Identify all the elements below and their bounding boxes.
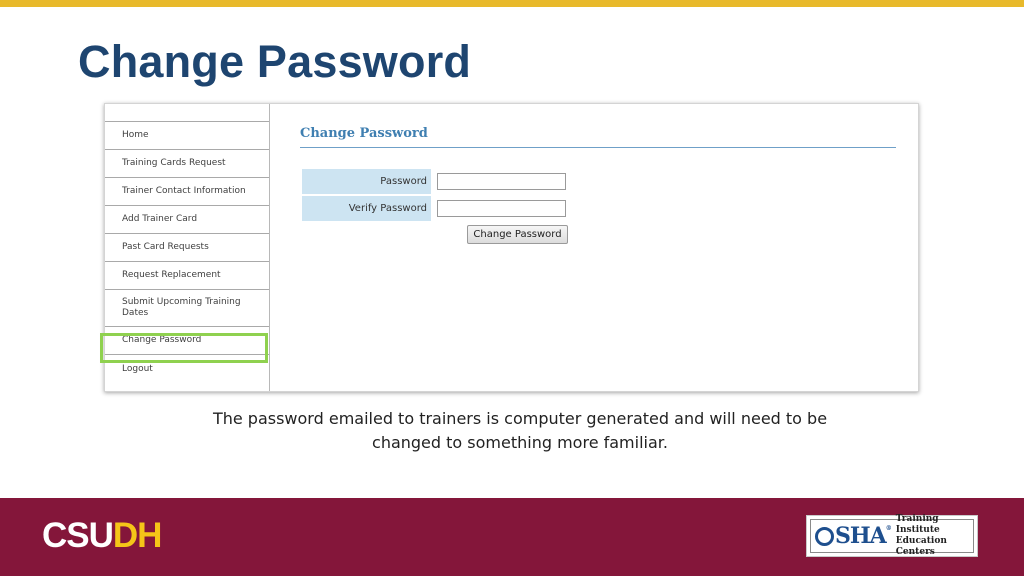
osha-letters: SHA [835, 523, 887, 549]
csudh-logo: CSUDH [42, 516, 163, 556]
password-label: Password [302, 169, 431, 194]
sidebar-item-submit-upcoming-training-dates[interactable]: Submit Upcoming Training Dates [105, 290, 269, 327]
top-accent-bar [0, 0, 1024, 7]
osha-logo: SHA ® Training Institute Education Center… [806, 514, 978, 557]
heading-divider [300, 147, 896, 148]
sidebar-item-logout[interactable]: Logout [105, 355, 269, 383]
change-password-button[interactable]: Change Password [467, 225, 568, 244]
osha-wordmark: SHA ® [815, 523, 892, 549]
osha-registered-mark: ® [885, 525, 892, 532]
sidebar-item-home[interactable]: Home [105, 122, 269, 150]
verify-password-input[interactable] [437, 200, 566, 217]
sidebar-item-change-password[interactable]: Change Password [105, 327, 269, 355]
verify-password-row: Verify Password [302, 196, 566, 221]
sidebar-header [105, 104, 269, 122]
sidebar-item-request-replacement[interactable]: Request Replacement [105, 262, 269, 290]
verify-password-label: Verify Password [302, 196, 431, 221]
logo-csu: CSU [42, 516, 114, 555]
sidebar-nav: Home Training Cards Request Trainer Cont… [100, 104, 270, 391]
osha-subtitle: Training Institute Education Centers [896, 514, 973, 558]
slide-caption: The password emailed to trainers is comp… [212, 409, 828, 452]
password-row: Password [302, 169, 566, 194]
osha-logo-frame: SHA ® Training Institute Education Center… [810, 514, 974, 557]
screenshot-panel: Home Training Cards Request Trainer Cont… [100, 103, 919, 392]
sidebar-item-past-card-requests[interactable]: Past Card Requests [105, 234, 269, 262]
slide-title: Change Password [78, 36, 472, 87]
change-password-form: Change Password Password Verify Password… [300, 104, 898, 244]
form-heading: Change Password [300, 126, 428, 141]
password-input[interactable] [437, 173, 566, 190]
osha-o-ring-icon [815, 526, 834, 546]
logo-dh: DH [112, 516, 163, 555]
sidebar-item-trainer-contact-information[interactable]: Trainer Contact Information [105, 178, 269, 206]
sidebar-item-training-cards-request[interactable]: Training Cards Request [105, 150, 269, 178]
osha-line-1: Training Institute [895, 514, 940, 535]
sidebar-item-add-trainer-card[interactable]: Add Trainer Card [105, 206, 269, 234]
osha-line-2: Education Centers [895, 536, 947, 557]
footer-bar: CSUDH SHA ® Training Institute Education … [0, 498, 1024, 576]
